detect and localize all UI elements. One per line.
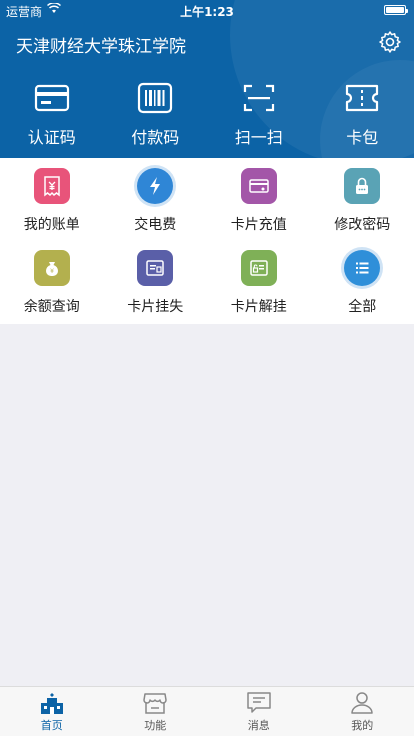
message-icon bbox=[247, 692, 271, 713]
my-bill-button[interactable]: 我的账单 bbox=[0, 168, 104, 250]
quick-action-label: 付款码 bbox=[131, 128, 180, 147]
tab-label: 我的 bbox=[351, 719, 374, 732]
card-unlock-icon bbox=[240, 250, 277, 286]
tab-mine[interactable]: 我的 bbox=[311, 687, 414, 736]
tab-label: 消息 bbox=[247, 719, 270, 732]
service-label: 交电费 bbox=[134, 217, 177, 233]
tab-label: 首页 bbox=[40, 719, 63, 732]
svg-text:¥: ¥ bbox=[50, 268, 54, 275]
auth-code-button[interactable]: 认证码 bbox=[0, 82, 104, 152]
battery-icon bbox=[384, 5, 408, 15]
page-title: 天津财经大学珠江学院 bbox=[16, 37, 186, 57]
quick-action-label: 卡包 bbox=[346, 128, 379, 147]
change-password-button[interactable]: 修改密码 bbox=[311, 168, 414, 250]
card-recharge-button[interactable]: 卡片充值 bbox=[207, 168, 311, 250]
list-icon bbox=[344, 250, 381, 286]
card-icon bbox=[34, 84, 69, 112]
home-icon bbox=[40, 693, 63, 714]
card-lost-button[interactable]: 卡片挂失 bbox=[104, 250, 208, 332]
gear-icon bbox=[379, 31, 401, 53]
status-time: 上午1:23 bbox=[180, 5, 234, 19]
tab-messages[interactable]: 消息 bbox=[207, 687, 311, 736]
all-services-button[interactable]: 全部 bbox=[311, 250, 414, 332]
quick-action-label: 扫一扫 bbox=[234, 128, 283, 147]
status-bar: 运营商 上午1:23 bbox=[0, 0, 414, 20]
lightning-icon bbox=[137, 168, 174, 204]
service-label: 卡片充值 bbox=[230, 217, 287, 233]
card-unlock-button[interactable]: 卡片解挂 bbox=[207, 250, 311, 332]
store-icon bbox=[143, 693, 167, 714]
user-icon bbox=[351, 692, 373, 714]
card-lost-icon bbox=[137, 250, 174, 286]
service-label: 全部 bbox=[348, 299, 377, 315]
quick-action-label: 认证码 bbox=[27, 128, 76, 147]
scan-button[interactable]: 扫一扫 bbox=[207, 82, 311, 152]
tab-functions[interactable]: 功能 bbox=[104, 687, 208, 736]
payment-code-button[interactable]: 付款码 bbox=[104, 82, 208, 152]
scan-icon bbox=[243, 84, 274, 112]
tab-label: 功能 bbox=[144, 719, 167, 732]
electricity-fee-button[interactable]: 交电费 bbox=[104, 168, 208, 250]
card-wallet-button[interactable]: 卡包 bbox=[311, 82, 414, 152]
services-grid: 我的账单 交电费 卡片充值 修改密码 ¥ 余额查询 卡片挂失 卡片解挂 全部 bbox=[0, 158, 414, 324]
quick-actions: 认证码 付款码 扫一扫 卡包 bbox=[0, 82, 414, 152]
tab-home[interactable]: 首页 bbox=[0, 687, 104, 736]
card-recharge-icon bbox=[240, 168, 277, 204]
barcode-icon bbox=[138, 82, 173, 114]
ticket-icon bbox=[346, 84, 379, 112]
settings-button[interactable] bbox=[378, 30, 402, 54]
service-label: 卡片挂失 bbox=[127, 299, 184, 315]
money-bag-icon: ¥ bbox=[33, 250, 70, 286]
lock-icon bbox=[344, 168, 381, 204]
service-label: 我的账单 bbox=[23, 217, 80, 233]
service-label: 余额查询 bbox=[23, 299, 80, 315]
balance-query-button[interactable]: ¥ 余额查询 bbox=[0, 250, 104, 332]
service-label: 修改密码 bbox=[334, 217, 391, 233]
header: 运营商 上午1:23 天津财经大学珠江学院 认证码 付款码 扫一扫 卡包 bbox=[0, 0, 414, 158]
bill-icon bbox=[33, 168, 70, 204]
tab-bar: 首页 功能 消息 我的 bbox=[0, 686, 414, 736]
service-label: 卡片解挂 bbox=[230, 299, 287, 315]
